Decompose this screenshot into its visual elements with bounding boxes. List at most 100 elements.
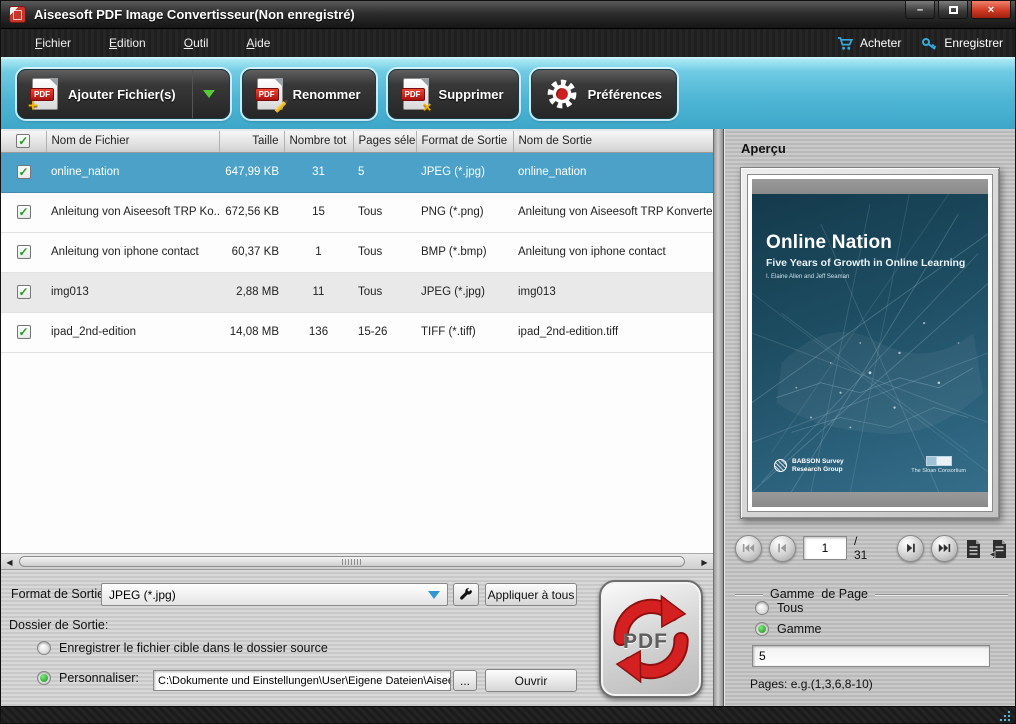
col-header-output-format[interactable]: Format de Sortie bbox=[416, 131, 513, 152]
previous-page-icon bbox=[777, 542, 788, 554]
cell-selected-pages: Tous bbox=[353, 272, 416, 312]
register-link[interactable]: Enregistrer bbox=[921, 36, 1003, 51]
menu-item-aide[interactable]: Aide bbox=[236, 32, 280, 54]
radio-all-icon[interactable] bbox=[755, 601, 769, 615]
cell-file-name: Anleitung von iphone contact bbox=[46, 232, 219, 272]
cell-file-name: Anleitung von Aiseesoft TRP Ko... bbox=[46, 192, 219, 232]
cell-selected-pages: 15-26 bbox=[353, 312, 416, 352]
buy-link[interactable]: Acheter bbox=[837, 36, 901, 51]
row-checkbox[interactable]: ✓ bbox=[1, 312, 46, 352]
gear-icon bbox=[546, 78, 578, 110]
menu-item-outil[interactable]: Outil bbox=[174, 32, 219, 54]
table-row[interactable]: ✓Anleitung von Aiseesoft TRP Ko...672,56… bbox=[1, 192, 713, 232]
menu-items: Fichier Edition Outil Aide bbox=[1, 32, 280, 54]
status-bar bbox=[1, 706, 1015, 724]
format-label: Format de Sortie: bbox=[11, 587, 108, 601]
minimize-button[interactable]: – bbox=[905, 1, 935, 19]
supprimer-button[interactable]: PDF×Supprimer bbox=[388, 69, 519, 119]
output-path-input[interactable] bbox=[153, 670, 451, 691]
row-checkbox[interactable]: ✓ bbox=[1, 232, 46, 272]
first-page-button[interactable] bbox=[735, 535, 762, 562]
col-header-total-pages[interactable]: Nombre tot bbox=[284, 131, 353, 152]
col-header-size[interactable]: Taille bbox=[219, 131, 284, 152]
cell-total-pages: 11 bbox=[284, 272, 353, 312]
cell-file-name: ipad_2nd-edition bbox=[46, 312, 219, 352]
save-to-source-option[interactable]: Enregistrer le fichier cible dans le dos… bbox=[37, 641, 328, 655]
close-button[interactable]: × bbox=[971, 1, 1011, 19]
page-range-title: Gamme de Page bbox=[770, 587, 868, 601]
menu-item-edition[interactable]: Edition bbox=[99, 32, 156, 54]
convert-button[interactable]: PDF bbox=[599, 580, 703, 698]
sloan-logo-icon bbox=[926, 456, 952, 466]
wrench-icon bbox=[458, 587, 474, 603]
pdf-rename-icon: PDF bbox=[257, 78, 283, 110]
page-list-button[interactable] bbox=[965, 536, 982, 560]
pdf-add-icon: PDF+ bbox=[32, 78, 58, 110]
table-row[interactable]: ✓img0132,88 MB11TousJPEG (*.jpg)img013 bbox=[1, 272, 713, 312]
file-table: ✓ Nom de Fichier Taille Nombre tot Pages… bbox=[1, 131, 714, 353]
format-settings-button[interactable] bbox=[453, 583, 479, 606]
col-header-selected-pages[interactable]: Pages sélec bbox=[353, 131, 416, 152]
table-row[interactable]: ✓ipad_2nd-edition14,08 MB13615-26TIFF (*… bbox=[1, 312, 713, 352]
add-file-dropdown[interactable] bbox=[192, 70, 215, 118]
scrollbar-thumb[interactable] bbox=[19, 556, 685, 567]
range-option-custom[interactable]: Gamme bbox=[755, 622, 821, 636]
resize-grip[interactable] bbox=[1008, 719, 1010, 721]
convert-button-label: PDF bbox=[623, 630, 668, 654]
panel-splitter[interactable] bbox=[713, 129, 724, 706]
select-all-checkbox[interactable]: ✓ bbox=[1, 131, 46, 152]
apply-all-button[interactable]: Appliquer à tous bbox=[485, 583, 577, 606]
cell-selected-pages: 5 bbox=[353, 152, 416, 192]
cell-total-pages: 31 bbox=[284, 152, 353, 192]
ajouter-fichier-s--button[interactable]: PDF+Ajouter Fichier(s) bbox=[17, 69, 230, 119]
row-checkbox[interactable]: ✓ bbox=[1, 192, 46, 232]
title-bar: Aiseesoft PDF Image Convertisseur(Non en… bbox=[1, 1, 1015, 29]
next-page-button[interactable] bbox=[897, 535, 924, 562]
preview-cover: Online Nation Five Years of Growth in On… bbox=[752, 194, 988, 492]
page-number-input[interactable] bbox=[803, 536, 847, 560]
cover-authors: I. Elaine Allen and Jeff Seaman bbox=[766, 274, 849, 280]
menu-bar: Fichier Edition Outil Aide Acheter Enregist… bbox=[1, 29, 1015, 57]
go-to-page-button[interactable] bbox=[989, 536, 1008, 560]
range-option-all[interactable]: Tous bbox=[755, 601, 803, 615]
col-header-name[interactable]: Nom de Fichier bbox=[46, 131, 219, 152]
cell-total-pages: 15 bbox=[284, 192, 353, 232]
output-folder-label: Dossier de Sortie: bbox=[9, 618, 108, 632]
table-row[interactable]: ✓online_nation647,99 KB315JPEG (*.jpg)on… bbox=[1, 152, 713, 192]
maximize-button[interactable] bbox=[938, 1, 968, 19]
babson-logo: BABSON SurveyResearch Group bbox=[774, 458, 844, 474]
chevron-down-icon bbox=[203, 90, 215, 98]
cell-selected-pages: Tous bbox=[353, 232, 416, 272]
horizontal-scrollbar[interactable]: ◀ ▶ bbox=[1, 553, 713, 569]
file-list-area: ✓ Nom de Fichier Taille Nombre tot Pages… bbox=[1, 129, 713, 569]
output-format-select[interactable]: JPEG (*.jpg) bbox=[101, 583, 448, 606]
scroll-right-icon[interactable]: ▶ bbox=[698, 556, 711, 568]
cell-total-pages: 1 bbox=[284, 232, 353, 272]
radio-source-icon[interactable] bbox=[37, 641, 51, 655]
previous-page-button[interactable] bbox=[769, 535, 796, 562]
cell-output-name: img013 bbox=[513, 272, 713, 312]
radio-custom-icon[interactable] bbox=[37, 671, 51, 685]
radio-range-icon[interactable] bbox=[755, 622, 769, 636]
cell-file-name: online_nation bbox=[46, 152, 219, 192]
app-icon bbox=[9, 6, 26, 23]
pdf-delete-icon: PDF× bbox=[403, 78, 429, 110]
app-window: Aiseesoft PDF Image Convertisseur(Non en… bbox=[0, 0, 1016, 724]
préférences-button[interactable]: Préférences bbox=[531, 69, 677, 119]
table-row[interactable]: ✓Anleitung von iphone contact60,37 KB1To… bbox=[1, 232, 713, 272]
open-folder-button[interactable]: Ouvrir bbox=[485, 669, 577, 692]
last-page-button[interactable] bbox=[931, 535, 958, 562]
renommer-button[interactable]: PDFRenommer bbox=[242, 69, 376, 119]
cell-size: 2,88 MB bbox=[219, 272, 284, 312]
go-to-page-icon bbox=[989, 538, 1008, 560]
page-range-input[interactable] bbox=[752, 645, 990, 667]
browse-button[interactable]: ... bbox=[453, 670, 477, 691]
col-header-output-name[interactable]: Nom de Sortie bbox=[513, 131, 713, 152]
row-checkbox[interactable]: ✓ bbox=[1, 152, 46, 192]
customize-option[interactable]: Personnaliser: bbox=[37, 671, 139, 685]
menu-item-fichier[interactable]: Fichier bbox=[25, 32, 81, 54]
scroll-left-icon[interactable]: ◀ bbox=[3, 556, 16, 568]
file-table-body: ✓online_nation647,99 KB315JPEG (*.jpg)on… bbox=[1, 152, 713, 352]
table-header-row: ✓ Nom de Fichier Taille Nombre tot Pages… bbox=[1, 131, 713, 152]
row-checkbox[interactable]: ✓ bbox=[1, 272, 46, 312]
